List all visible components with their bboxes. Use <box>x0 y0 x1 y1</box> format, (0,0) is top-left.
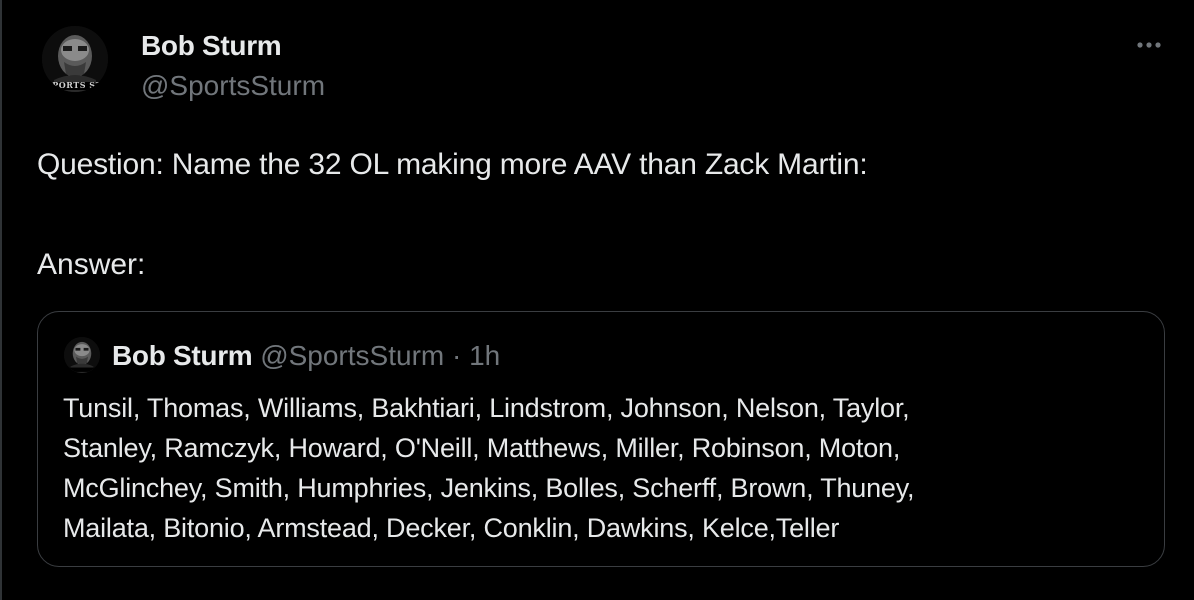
quoted-author-avatar[interactable] <box>64 337 100 373</box>
quoted-text-line: McGlinchey, Smith, Humphries, Jenkins, B… <box>63 473 915 503</box>
avatar-image <box>64 337 100 373</box>
separator-dot: · <box>452 340 462 371</box>
quoted-tweet-timestamp[interactable]: 1h <box>469 340 500 371</box>
tweet-text: Question: Name the 32 OL making more AAV… <box>37 148 868 181</box>
quoted-tweet-header: Bob Sturm @SportsSturm · 1h <box>112 339 500 373</box>
quoted-author-name[interactable]: Bob Sturm <box>112 340 253 371</box>
quoted-text-line: Mailata, Bitonio, Armstead, Decker, Conk… <box>63 513 840 543</box>
author-name[interactable]: Bob Sturm <box>141 30 282 62</box>
quoted-text-line: Tunsil, Thomas, Williams, Bakhtiari, Lin… <box>63 393 910 423</box>
quoted-tweet-card[interactable]: Bob Sturm @SportsSturm · 1h Tunsil, Thom… <box>37 311 1165 567</box>
timeline-border <box>0 0 2 600</box>
author-handle[interactable]: @SportsSturm <box>141 70 325 102</box>
ellipsis-horizontal-icon <box>1137 42 1161 48</box>
quoted-author-handle[interactable]: @SportsSturm <box>260 340 444 371</box>
author-avatar[interactable]: SPORTS STURM <box>42 26 108 92</box>
more-options-button[interactable] <box>1132 30 1166 60</box>
quoted-tweet-text: Tunsil, Thomas, Williams, Bakhtiari, Lin… <box>63 388 1143 548</box>
quoted-text-line: Stanley, Ramczyk, Howard, O'Neill, Matth… <box>63 433 901 463</box>
tweet-text-answer: Answer: <box>37 248 146 281</box>
avatar-logo-text: SPORTS STURM <box>46 80 108 90</box>
